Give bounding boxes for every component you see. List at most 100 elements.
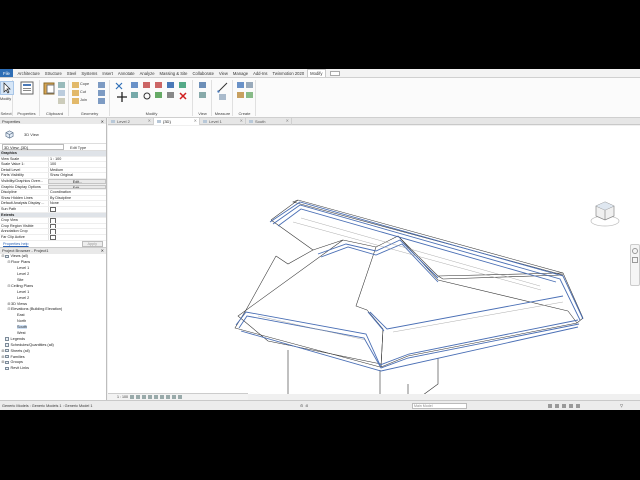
- match-properties-icon[interactable]: [58, 98, 65, 104]
- tab-annotate[interactable]: Annotate: [115, 69, 137, 77]
- split-face-icon[interactable]: [98, 90, 105, 96]
- ribbon-options-icon[interactable]: [330, 70, 341, 76]
- tab-modify[interactable]: Modify: [306, 69, 327, 77]
- property-checkbox[interactable]: [48, 218, 106, 223]
- tab-add-ins[interactable]: Add-Ins: [251, 69, 270, 77]
- measure-icon[interactable]: [217, 82, 228, 93]
- offset-icon[interactable]: [131, 82, 138, 88]
- workset-icon[interactable]: ⊙: [300, 403, 303, 408]
- steering-wheel-icon[interactable]: [632, 248, 638, 254]
- temp-hide-icon[interactable]: [172, 395, 176, 399]
- modify-cursor-icon[interactable]: [0, 81, 14, 95]
- lock-view-icon[interactable]: [166, 395, 170, 399]
- tab-steel[interactable]: Steel: [64, 69, 79, 77]
- array-icon[interactable]: [167, 92, 174, 98]
- create-parts-icon[interactable]: [246, 82, 253, 88]
- create-group-icon[interactable]: [237, 92, 244, 98]
- properties-icon[interactable]: [20, 81, 34, 95]
- property-value[interactable]: By Discipline: [48, 195, 106, 201]
- property-value[interactable]: Show Original: [48, 173, 106, 178]
- cope-icon[interactable]: [72, 82, 79, 88]
- edit-button[interactable]: Edit...: [48, 178, 106, 184]
- view-tab[interactable]: Level 1 ✕: [200, 118, 246, 125]
- select-label[interactable]: Select: [0, 111, 12, 116]
- hide-icon[interactable]: [199, 82, 206, 88]
- close-icon[interactable]: ✕: [148, 118, 151, 123]
- model-dropdown[interactable]: Main Model: [412, 403, 467, 409]
- property-checkbox[interactable]: [48, 223, 106, 229]
- create-assembly-icon[interactable]: [237, 82, 244, 88]
- view-cube[interactable]: [590, 199, 620, 229]
- view-tab[interactable]: Level 2 ✕: [108, 118, 154, 125]
- mirror-draw-icon[interactable]: [155, 82, 162, 88]
- selection-filters[interactable]: [548, 403, 608, 408]
- tab-structure[interactable]: Structure: [42, 69, 64, 77]
- crop-view-icon[interactable]: [154, 395, 158, 399]
- close-icon[interactable]: ✕: [101, 248, 104, 253]
- shadows-icon[interactable]: [148, 395, 152, 399]
- cut-geometry-icon[interactable]: [72, 90, 79, 96]
- view-tab[interactable]: South ✕: [246, 118, 292, 125]
- apply-button[interactable]: Apply: [81, 240, 103, 247]
- detail-level-icon[interactable]: [130, 395, 134, 399]
- tab-twinmotion-2020[interactable]: Twinmotion 2020: [270, 69, 307, 77]
- tab-view[interactable]: View: [216, 69, 230, 77]
- tab-insert[interactable]: Insert: [100, 69, 115, 77]
- tab-manage[interactable]: Manage: [230, 69, 250, 77]
- rotate-icon[interactable]: [143, 92, 151, 100]
- property-checkbox[interactable]: [48, 229, 106, 234]
- edit-type-button[interactable]: Edit Type: [70, 145, 86, 150]
- properties-help-link[interactable]: Properties help: [3, 242, 29, 246]
- split-icon[interactable]: [167, 82, 174, 88]
- mirror-pick-icon[interactable]: [143, 82, 150, 88]
- reveal-hidden-icon[interactable]: [178, 395, 182, 399]
- property-value[interactable]: None: [48, 201, 106, 206]
- tab-massing-site[interactable]: Massing & Site: [157, 69, 190, 77]
- view-tab[interactable]: {3D} ✕: [154, 118, 200, 125]
- scale-icon[interactable]: [179, 82, 186, 88]
- property-checkbox[interactable]: [48, 234, 106, 240]
- show-crop-icon[interactable]: [160, 395, 164, 399]
- sun-path-icon[interactable]: [142, 395, 146, 399]
- property-checkbox[interactable]: [48, 206, 106, 212]
- tab-systems[interactable]: Systems: [79, 69, 100, 77]
- paint-icon[interactable]: [98, 98, 105, 104]
- instance-selector[interactable]: 3D View: {3D}: [2, 144, 64, 150]
- override-graphics-icon[interactable]: [199, 92, 206, 98]
- tab-analyze[interactable]: Analyze: [137, 69, 157, 77]
- visual-style-icon[interactable]: [136, 395, 140, 399]
- type-selector[interactable]: 3D View: [0, 124, 106, 144]
- close-icon[interactable]: ✕: [101, 119, 104, 124]
- view-scale[interactable]: 1 : 100: [117, 395, 128, 399]
- cut-icon[interactable]: [58, 82, 65, 88]
- property-value[interactable]: 1 : 100: [48, 156, 106, 162]
- copy-element-icon[interactable]: [131, 92, 138, 98]
- align-icon[interactable]: [115, 82, 123, 90]
- tab-architecture[interactable]: Architecture: [15, 69, 42, 77]
- filter-icon[interactable]: ▽: [620, 403, 623, 408]
- tab-file[interactable]: File: [0, 69, 13, 77]
- close-icon[interactable]: ✕: [286, 118, 289, 123]
- dimension-icon[interactable]: [219, 94, 226, 100]
- move-icon[interactable]: [117, 92, 127, 102]
- copy-icon[interactable]: [58, 90, 65, 96]
- edit-button[interactable]: Edit...: [48, 184, 106, 190]
- property-value[interactable]: 100: [48, 162, 106, 167]
- property-value[interactable]: Medium: [48, 167, 106, 173]
- property-value[interactable]: Coordination: [48, 190, 106, 195]
- 3d-viewport[interactable]: [108, 126, 640, 394]
- join-icon[interactable]: [72, 98, 79, 104]
- tree-item[interactable]: Revit Links: [0, 365, 106, 371]
- close-icon[interactable]: ✕: [194, 118, 197, 123]
- trim-icon[interactable]: [155, 92, 162, 98]
- wall-joins-icon[interactable]: [98, 82, 105, 88]
- navigation-bar[interactable]: [630, 244, 640, 286]
- delete-icon[interactable]: [179, 92, 187, 100]
- zoom-icon[interactable]: [632, 257, 638, 263]
- paste-icon[interactable]: [42, 81, 56, 95]
- tab-collaborate[interactable]: Collaborate: [190, 69, 216, 77]
- view-tab-label: South: [255, 119, 266, 124]
- create-similar-icon[interactable]: [246, 92, 253, 98]
- close-icon[interactable]: ✕: [240, 118, 243, 123]
- roof-model[interactable]: [108, 126, 640, 394]
